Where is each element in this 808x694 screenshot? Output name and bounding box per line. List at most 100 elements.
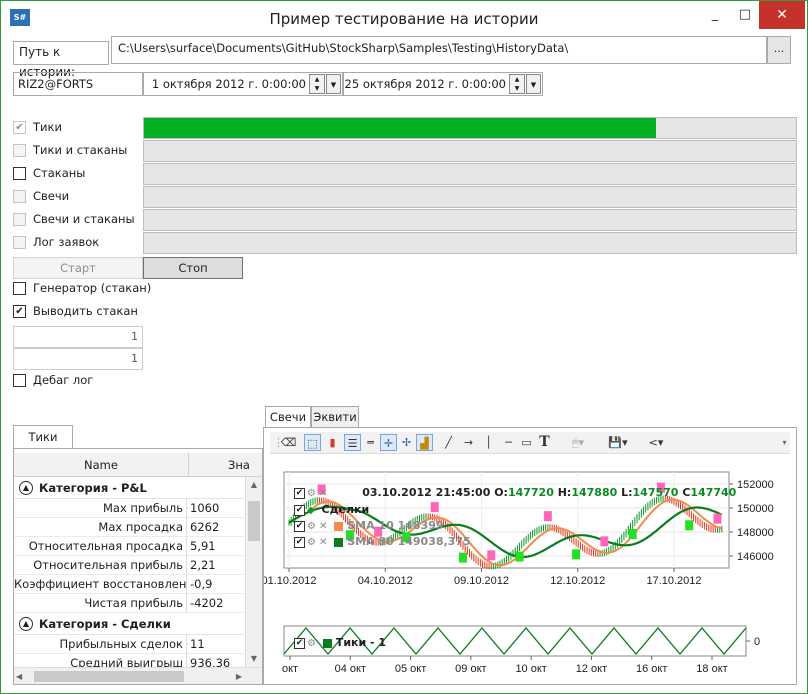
checkbox-icon[interactable] <box>13 374 26 387</box>
close-icon[interactable]: ✕ <box>319 488 327 499</box>
history-path-input[interactable]: C:\Users\surface\Documents\GitHub\StockS… <box>111 36 767 64</box>
collapse-icon[interactable]: ▲ <box>19 617 33 631</box>
generator-label: Генератор (стакан) <box>33 281 152 295</box>
maximize-button[interactable]: □ <box>731 1 759 29</box>
close-icon[interactable]: ✕ <box>319 521 327 532</box>
table-row[interactable]: Max прибыль 1060 <box>14 499 244 518</box>
line-icon[interactable]: ╱ <box>440 434 457 451</box>
scroll-thumb[interactable] <box>248 501 260 541</box>
stat-name: Коэффициент восстановления <box>14 575 187 594</box>
crosshair-icon[interactable]: ✛ <box>380 434 397 451</box>
x-tick-label: 18 окт <box>696 663 727 675</box>
mode-progress-bar <box>143 117 797 139</box>
checkmark-icon[interactable]: ✔ <box>294 504 305 516</box>
checkbox-icon[interactable] <box>13 282 26 295</box>
rect-icon[interactable]: ▭ <box>518 434 535 451</box>
buy-trade-marker[interactable] <box>628 528 637 539</box>
candle-icon[interactable]: ▮ <box>324 434 341 451</box>
scroll-left-icon[interactable]: ◀ <box>16 668 22 684</box>
browse-button[interactable]: ... <box>767 36 791 64</box>
scroll-thumb[interactable] <box>34 671 184 682</box>
category-row[interactable]: ▲ Категория - P&L <box>14 477 244 499</box>
checkmark-icon: ✔ <box>13 121 26 134</box>
ohlc-h-label: H: <box>557 486 572 499</box>
arrow-icon[interactable]: → <box>460 434 477 451</box>
checkmark-icon[interactable]: ✔ <box>294 487 305 499</box>
main-window: S# Пример тестирование на истории _ □ ✕ … <box>0 0 808 694</box>
tab-equity[interactable]: Эквити <box>311 406 359 428</box>
table-row[interactable]: Относительная прибыль 2,21 <box>14 556 244 575</box>
eraser-icon[interactable]: ⌫ <box>280 434 297 451</box>
chevron-down-icon[interactable]: ▼ <box>326 74 341 94</box>
checkmark-icon[interactable]: ✔ <box>294 536 305 548</box>
date-to-spinner[interactable]: ▲ ▼ <box>509 74 525 94</box>
start-button[interactable]: Старт <box>13 257 143 279</box>
table-row[interactable]: Относительная просадка 5,91 <box>14 537 244 556</box>
mouse-icon[interactable]: 🖱▾ <box>560 434 596 451</box>
table-row[interactable]: Max просадка 6262 <box>14 518 244 537</box>
close-icon[interactable]: ✕ <box>319 537 327 548</box>
mode-checkbox-2[interactable]: Стаканы <box>13 163 143 185</box>
scroll-right-icon[interactable]: ▶ <box>236 668 242 684</box>
buy-trade-marker[interactable] <box>459 552 467 563</box>
list-icon[interactable]: ☰ <box>344 434 361 451</box>
progress-fill <box>144 118 656 138</box>
checkbox-icon[interactable] <box>13 167 26 180</box>
stat-name: Средний выигрыш <box>14 654 187 667</box>
collapse-icon[interactable]: ▲ <box>19 481 33 495</box>
table-row[interactable]: Прибыльных сделок 11 <box>14 635 244 654</box>
date-to-picker[interactable]: 25 октября 2012 г. 0:00:00 ▲ ▼ ▼ <box>343 72 543 96</box>
checkmark-icon[interactable]: ✔ <box>294 520 305 532</box>
gear-icon[interactable]: ⚙ <box>307 537 316 548</box>
buy-trade-marker[interactable] <box>515 551 524 562</box>
sell-trade-marker[interactable] <box>600 536 609 547</box>
hline-icon[interactable]: ─ <box>500 434 517 451</box>
gear-icon[interactable]: ⚙ <box>307 521 316 532</box>
column-header-name[interactable]: Name <box>14 453 189 477</box>
scroll-down-icon[interactable]: ▼ <box>246 651 262 667</box>
numeric-input-1[interactable]: 1 <box>13 326 143 348</box>
column-header-value[interactable]: Зна <box>228 453 262 477</box>
sell-trade-marker[interactable] <box>543 511 552 522</box>
bars-icon[interactable]: ▟ <box>416 434 433 451</box>
vline-icon[interactable]: │ <box>480 434 497 451</box>
table-row[interactable]: Средний выигрыш 936,36 <box>14 654 244 667</box>
horizontal-scrollbar[interactable]: ◀ ▶ <box>14 667 262 684</box>
table-row[interactable]: Чистая прибыль -4202 <box>14 594 244 613</box>
sell-trade-marker[interactable] <box>487 550 496 561</box>
stop-button[interactable]: Стоп <box>143 257 243 279</box>
show-depth-checkbox[interactable]: ✔ Выводить стакан <box>13 301 213 323</box>
generator-checkbox[interactable]: Генератор (стакан) <box>13 278 213 300</box>
checkmark-icon[interactable]: ✔ <box>294 637 305 649</box>
gear-icon[interactable]: ⚙ <box>307 488 316 499</box>
table-row[interactable]: Коэффициент восстановления -0,9 <box>14 575 244 594</box>
sell-trade-marker[interactable] <box>430 502 439 513</box>
tab-ticks[interactable]: Тики <box>13 425 73 449</box>
minimize-button[interactable]: _ <box>699 1 731 29</box>
toolbar-overflow-icon[interactable]: ▾ <box>776 434 793 451</box>
debug-log-checkbox[interactable]: Дебаг лог <box>13 370 213 392</box>
date-from-picker[interactable]: 1 октября 2012 г. 0:00:00 ▲ ▼ ▼ <box>143 72 343 96</box>
debug-log-label: Дебаг лог <box>33 373 94 387</box>
numeric-input-2[interactable]: 1 <box>13 348 143 370</box>
checkmark-icon[interactable]: ✔ <box>13 305 26 318</box>
cursor-icon[interactable]: ⬚ <box>304 434 321 451</box>
security-input[interactable]: RIZ2@FORTS <box>13 72 143 96</box>
gear-icon[interactable]: ⚙ <box>307 638 316 649</box>
crosshair-add-icon[interactable]: ✢ <box>398 434 415 451</box>
vertical-scrollbar[interactable]: ▲ ▼ <box>245 477 262 667</box>
hlines-icon[interactable]: ═ <box>362 434 379 451</box>
mode-progress-bar <box>143 140 797 162</box>
text-icon[interactable]: T <box>536 434 553 451</box>
scroll-up-icon[interactable]: ▲ <box>246 477 262 493</box>
category-row[interactable]: ▲ Категория - Сделки <box>14 613 244 635</box>
mode-checkbox-1: Тики и стаканы <box>13 140 143 162</box>
save-icon[interactable]: 💾▾ <box>600 434 636 451</box>
share-icon[interactable]: <▾ <box>638 434 674 451</box>
buy-trade-marker[interactable] <box>685 520 694 531</box>
buy-trade-marker[interactable] <box>572 549 581 560</box>
sell-trade-marker[interactable] <box>713 513 722 524</box>
chevron-down-icon[interactable]: ▼ <box>526 74 541 94</box>
date-from-spinner[interactable]: ▲ ▼ <box>309 74 325 94</box>
close-button[interactable]: ✕ <box>759 1 805 29</box>
